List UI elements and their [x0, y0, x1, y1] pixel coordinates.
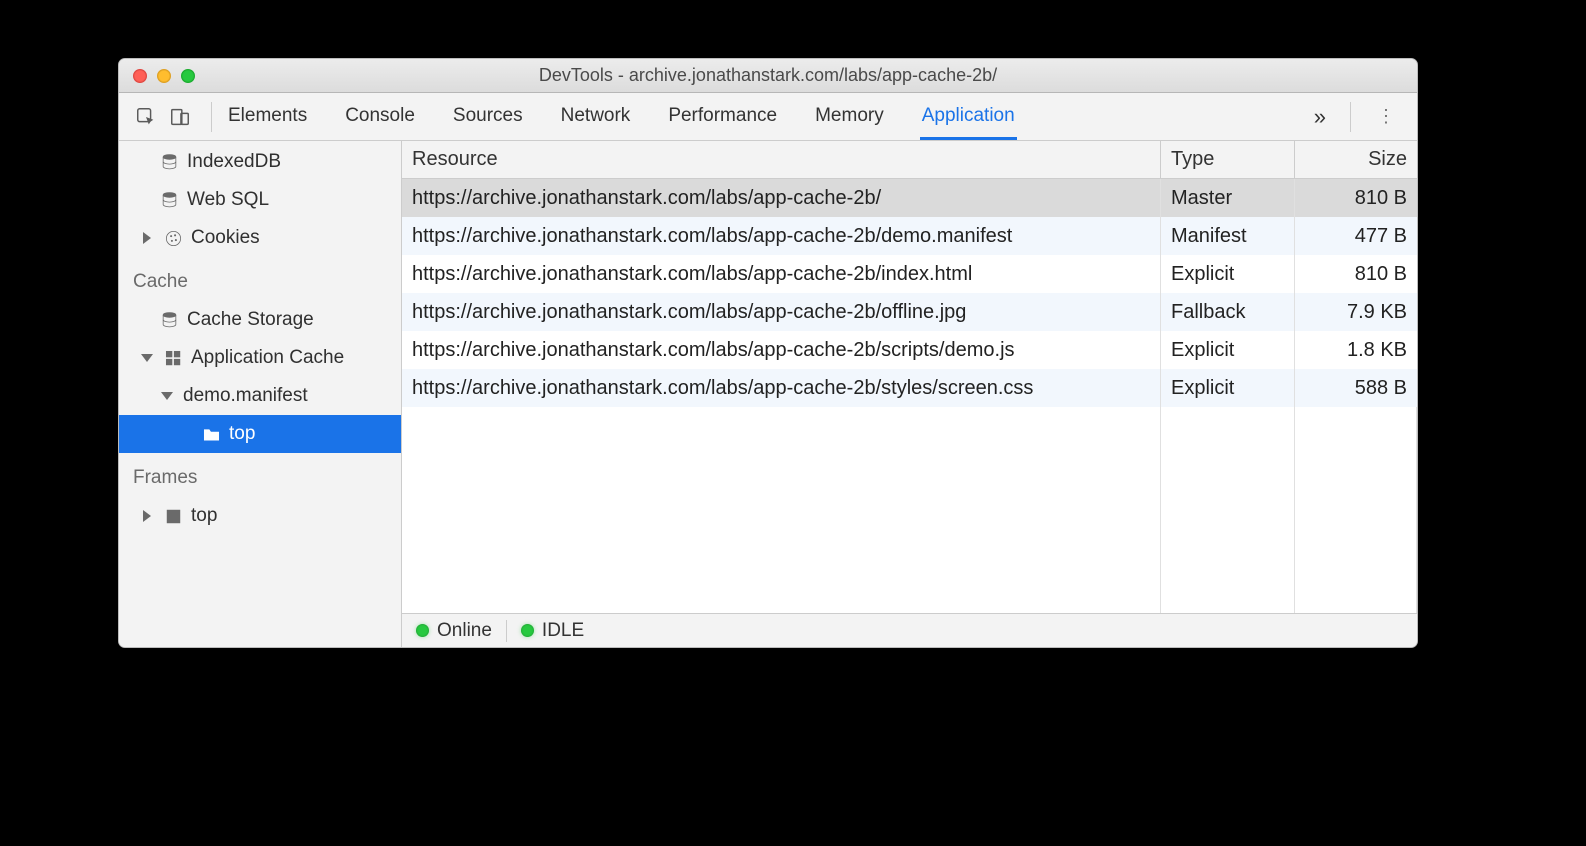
sidebar-item-frames-top[interactable]: top [119, 497, 401, 535]
sidebar-item-cookies[interactable]: Cookies [119, 219, 401, 257]
sidebar-group-frames: Frames [119, 453, 401, 497]
tab-memory[interactable]: Memory [813, 95, 886, 139]
more-tabs-icon[interactable]: » [1304, 104, 1336, 130]
cell-resource: https://archive.jonathanstark.com/labs/a… [402, 255, 1161, 293]
tab-elements[interactable]: Elements [226, 95, 309, 139]
cell-size: 810 B [1295, 179, 1417, 217]
cell-resource: https://archive.jonathanstark.com/labs/a… [402, 217, 1161, 255]
panel-tabs: Elements Console Sources Network Perform… [226, 95, 1304, 139]
table-row[interactable]: https://archive.jonathanstark.com/labs/a… [402, 179, 1417, 217]
device-toolbar-icon[interactable] [163, 100, 197, 134]
sidebar-label: Cookies [191, 227, 260, 249]
window-title: DevTools - archive.jonathanstark.com/lab… [119, 65, 1417, 86]
divider [211, 102, 212, 132]
table-header: Resource Type Size [402, 141, 1417, 179]
tab-performance[interactable]: Performance [666, 95, 779, 139]
table-row[interactable]: https://archive.jonathanstark.com/labs/a… [402, 217, 1417, 255]
cookie-icon [163, 228, 183, 248]
sidebar-item-application-cache[interactable]: Application Cache [119, 339, 401, 377]
main-panel: Resource Type Size https://archive.jonat… [402, 141, 1417, 647]
zoom-window-button[interactable] [181, 69, 195, 83]
sidebar-label: top [191, 505, 217, 527]
folder-icon [201, 424, 221, 444]
panel-body: IndexedDB Web SQL Cookies Cache Cache St… [119, 141, 1417, 647]
tab-sources[interactable]: Sources [451, 95, 525, 139]
chevron-right-icon [143, 232, 151, 244]
table-row[interactable]: https://archive.jonathanstark.com/labs/a… [402, 331, 1417, 369]
col-size[interactable]: Size [1295, 141, 1417, 178]
settings-menu-icon[interactable]: ⋮ [1365, 106, 1407, 127]
status-idle: IDLE [521, 620, 584, 642]
database-icon [159, 152, 179, 172]
cell-type: Master [1161, 179, 1295, 217]
sidebar-label: IndexedDB [187, 151, 281, 173]
cell-type: Explicit [1161, 255, 1295, 293]
sidebar-label: top [229, 423, 255, 445]
cell-type: Fallback [1161, 293, 1295, 331]
table-row[interactable]: https://archive.jonathanstark.com/labs/a… [402, 293, 1417, 331]
tab-network[interactable]: Network [559, 95, 633, 139]
col-resource[interactable]: Resource [402, 141, 1161, 178]
appcache-table: Resource Type Size https://archive.jonat… [402, 141, 1417, 613]
table-body: https://archive.jonathanstark.com/labs/a… [402, 179, 1417, 613]
devtools-window: DevTools - archive.jonathanstark.com/lab… [118, 58, 1418, 648]
close-window-button[interactable] [133, 69, 147, 83]
window-controls [133, 69, 195, 83]
cell-type: Explicit [1161, 369, 1295, 407]
status-led-icon [416, 624, 429, 637]
table-row[interactable]: https://archive.jonathanstark.com/labs/a… [402, 255, 1417, 293]
cell-size: 588 B [1295, 369, 1417, 407]
cell-size: 477 B [1295, 217, 1417, 255]
tab-console[interactable]: Console [343, 95, 417, 139]
chevron-right-icon [143, 510, 151, 522]
status-bar: Online IDLE [402, 613, 1417, 647]
col-type[interactable]: Type [1161, 141, 1295, 178]
cell-size: 1.8 KB [1295, 331, 1417, 369]
sidebar-item-cache-storage[interactable]: Cache Storage [119, 301, 401, 339]
sidebar-label: Web SQL [187, 189, 269, 211]
sidebar-item-top-frame[interactable]: top [119, 415, 401, 453]
toolbar: Elements Console Sources Network Perform… [119, 93, 1417, 141]
cell-type: Explicit [1161, 331, 1295, 369]
cell-resource: https://archive.jonathanstark.com/labs/a… [402, 331, 1161, 369]
table-row[interactable]: https://archive.jonathanstark.com/labs/a… [402, 369, 1417, 407]
minimize-window-button[interactable] [157, 69, 171, 83]
cell-size: 810 B [1295, 255, 1417, 293]
database-icon [159, 190, 179, 210]
divider [506, 620, 507, 642]
cell-resource: https://archive.jonathanstark.com/labs/a… [402, 179, 1161, 217]
cell-size: 7.9 KB [1295, 293, 1417, 331]
sidebar-item-indexeddb[interactable]: IndexedDB [119, 143, 401, 181]
status-online: Online [416, 620, 492, 642]
chevron-down-icon [161, 392, 173, 400]
grid-icon [163, 348, 183, 368]
cell-type: Manifest [1161, 217, 1295, 255]
database-icon [159, 310, 179, 330]
sidebar-label: Application Cache [191, 347, 344, 369]
sidebar: IndexedDB Web SQL Cookies Cache Cache St… [119, 141, 402, 647]
titlebar: DevTools - archive.jonathanstark.com/lab… [119, 59, 1417, 93]
inspect-element-icon[interactable] [129, 100, 163, 134]
frame-icon [163, 506, 183, 526]
status-label: Online [437, 620, 492, 642]
cell-resource: https://archive.jonathanstark.com/labs/a… [402, 293, 1161, 331]
sidebar-item-manifest[interactable]: demo.manifest [119, 377, 401, 415]
status-led-icon [521, 624, 534, 637]
table-filler [402, 407, 1417, 613]
chevron-down-icon [141, 354, 153, 362]
sidebar-label: Cache Storage [187, 309, 314, 331]
sidebar-label: demo.manifest [183, 385, 308, 407]
sidebar-item-websql[interactable]: Web SQL [119, 181, 401, 219]
tab-application[interactable]: Application [920, 95, 1017, 140]
divider [1350, 102, 1351, 132]
status-label: IDLE [542, 620, 584, 642]
sidebar-group-cache: Cache [119, 257, 401, 301]
cell-resource: https://archive.jonathanstark.com/labs/a… [402, 369, 1161, 407]
